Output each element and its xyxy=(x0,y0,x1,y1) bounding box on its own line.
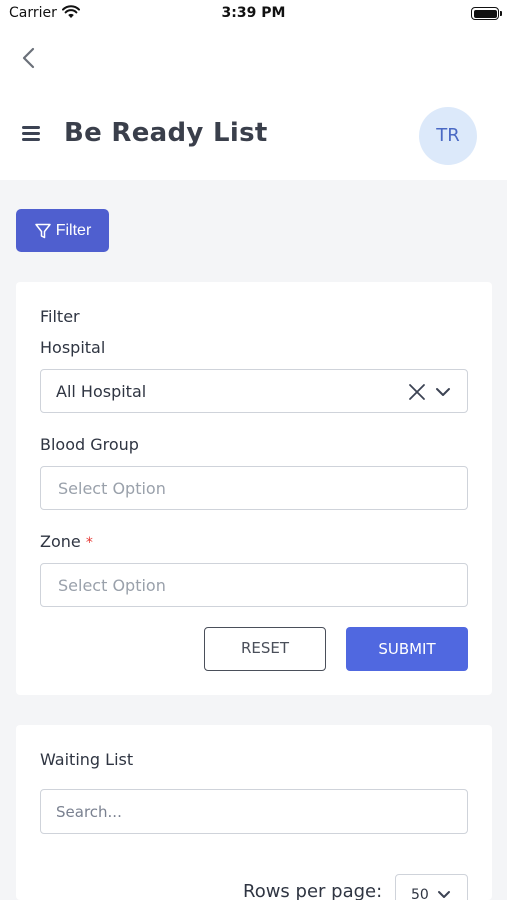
clock: 3:39 PM xyxy=(221,5,286,21)
close-icon[interactable] xyxy=(407,382,427,402)
battery-icon xyxy=(471,7,502,20)
required-mark: * xyxy=(85,535,93,551)
chevron-left-icon[interactable] xyxy=(14,43,44,73)
hospital-select[interactable]: All Hospital xyxy=(40,369,468,413)
funnel-icon xyxy=(34,223,51,238)
hospital-label: Hospital xyxy=(40,338,106,357)
chevron-down-icon xyxy=(438,891,450,898)
rows-per-page-select[interactable]: 50 xyxy=(395,874,468,900)
avatar[interactable]: TR xyxy=(419,107,477,165)
zone-select[interactable]: Select Option xyxy=(40,563,468,607)
filter-card: Filter Hospital All Hospital Blood Group… xyxy=(16,282,492,695)
page-title: Be Ready List xyxy=(64,118,268,148)
hamburger-menu-icon[interactable] xyxy=(22,126,44,144)
hospital-select-value: All Hospital xyxy=(56,382,147,401)
filter-toggle-button[interactable]: Filter xyxy=(16,209,109,252)
blood-group-label: Blood Group xyxy=(40,435,139,454)
filter-toggle-label: Filter xyxy=(55,221,92,239)
reset-button[interactable]: RESET xyxy=(204,627,326,671)
search-input[interactable] xyxy=(40,789,468,834)
zone-label-text: Zone xyxy=(40,532,81,551)
zone-label: Zone * xyxy=(40,532,93,551)
blood-group-select[interactable]: Select Option xyxy=(40,466,468,510)
blood-group-placeholder: Select Option xyxy=(58,479,166,498)
rows-per-page-value: 50 xyxy=(411,887,429,900)
chevron-down-icon[interactable] xyxy=(434,382,452,402)
status-bar: Carrier 3:39 PM xyxy=(0,0,507,28)
waiting-list-title: Waiting List xyxy=(40,750,134,769)
app-header: Be Ready List TR xyxy=(0,28,507,180)
rows-per-page-label: Rows per page: xyxy=(243,881,383,900)
submit-button[interactable]: SUBMIT xyxy=(346,627,468,671)
zone-placeholder: Select Option xyxy=(58,576,166,595)
waiting-list-card: Waiting List Rows per page: 50 xyxy=(16,725,492,900)
filter-card-title: Filter xyxy=(40,307,80,326)
